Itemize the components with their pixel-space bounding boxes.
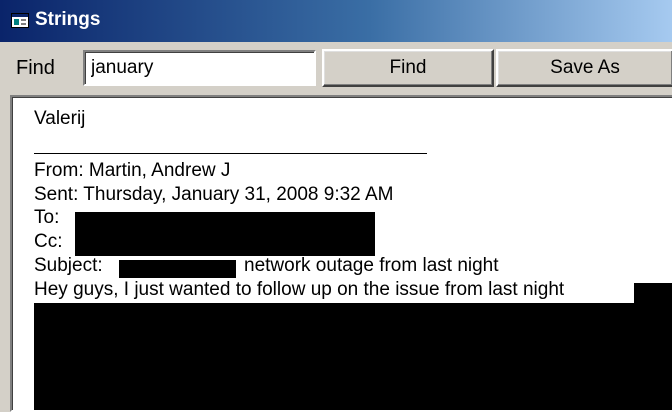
redaction-body-tail xyxy=(634,283,672,305)
search-input[interactable] xyxy=(83,50,316,86)
text-line-subject-label: Subject: xyxy=(34,255,103,276)
find-label: Find xyxy=(16,57,55,79)
text-line-greeting: Valerij xyxy=(34,108,86,129)
redaction-recipients xyxy=(75,212,375,256)
text-line-cc: Cc: xyxy=(34,231,63,252)
redaction-body-block xyxy=(34,303,672,410)
text-line-subject: network outage from last night xyxy=(244,255,499,276)
save-as-button[interactable]: Save As xyxy=(496,49,672,87)
text-line-body: Hey guys, I just wanted to follow up on … xyxy=(34,279,565,300)
separator-line xyxy=(34,153,427,154)
title-bar[interactable]: Strings xyxy=(0,0,672,42)
strings-text-area[interactable]: Valerij From: Martin, Andrew J Sent: Thu… xyxy=(10,95,672,412)
app-window-icon xyxy=(11,13,29,28)
text-line-from: From: Martin, Andrew J xyxy=(34,160,231,181)
window-title: Strings xyxy=(35,9,101,30)
text-line-to: To: xyxy=(34,207,60,228)
text-line-sent: Sent: Thursday, January 31, 2008 9:32 AM xyxy=(34,184,394,205)
find-button[interactable]: Find xyxy=(322,49,494,87)
redaction-subject xyxy=(119,260,236,278)
